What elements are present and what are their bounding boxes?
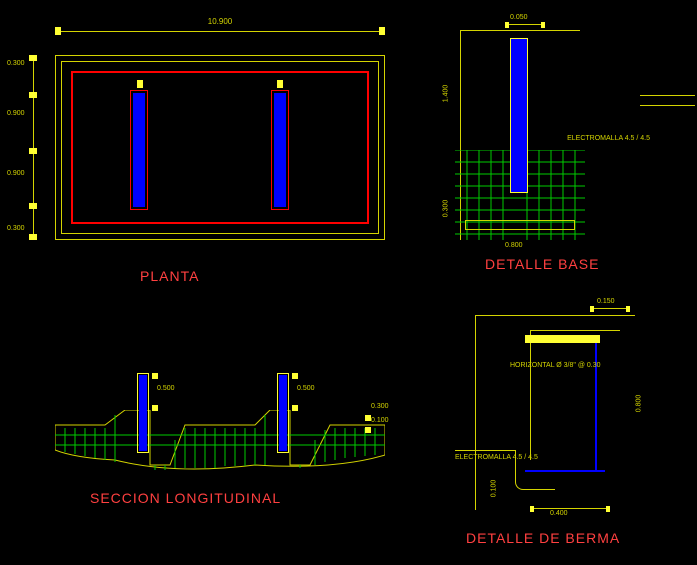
- seccion-column-right: [277, 373, 289, 453]
- label-electromalla: ELECTROMALLA 4.5 / 4.5: [455, 454, 538, 461]
- dim-berma-bottom: [530, 508, 610, 514]
- planta-boundary-inner: [71, 71, 369, 224]
- dim-value: 0.900: [7, 110, 25, 117]
- dim-value: 0.900: [7, 170, 25, 177]
- dim-value: 0.050: [510, 14, 528, 21]
- drawing-seccion: 0.500 0.500 0.100 0.300: [55, 365, 385, 480]
- dim-planta-top: 10.900: [55, 27, 385, 35]
- dim-value: 0.800: [635, 395, 642, 413]
- dim-planta-left: [29, 55, 37, 240]
- title-planta: PLANTA: [140, 268, 199, 284]
- planta-pillar-left: [130, 90, 148, 210]
- drawing-planta: 10.900 0.300 0.900 0.900 0.300: [55, 55, 385, 240]
- dim-value: 1.400: [442, 85, 449, 103]
- dim-value: 0.100: [490, 480, 497, 498]
- cad-canvas: 10.900 0.300 0.900 0.900 0.300 PLANTA: [0, 0, 697, 565]
- dim-value: 0.300: [371, 403, 389, 410]
- label-horizontal: HORIZONTAL Ø 3/8" @ 0.30: [510, 362, 601, 369]
- dim-value: 0.300: [7, 60, 25, 67]
- label-electromalla: ELECTROMALLA 4.5 / 4.5: [567, 135, 650, 142]
- title-seccion: SECCION LONGITUDINAL: [90, 490, 281, 506]
- title-detalle-berma: DETALLE DE BERMA: [466, 530, 620, 546]
- drawing-detalle-base: 0.050 ELECTROMALLA 4.5 / 4.5 1.400 0.300…: [455, 30, 640, 240]
- dim-base-top: [505, 24, 545, 30]
- rebar-vertical: [595, 340, 597, 470]
- berma-cap: [525, 335, 600, 343]
- base-column: [510, 38, 528, 193]
- leader-line: [455, 450, 515, 451]
- title-detalle-base: DETALLE BASE: [485, 256, 599, 272]
- base-footing: [465, 220, 575, 230]
- dim-value: 0.150: [597, 298, 615, 305]
- drawing-detalle-berma: 0.150 HORIZONTAL Ø 3/8" @ 0.30 ELECTROMA…: [455, 310, 655, 525]
- dim-value: 10.900: [208, 17, 232, 26]
- dim-value: 0.500: [157, 385, 175, 392]
- leader-line: [640, 105, 695, 106]
- dim-value: 0.300: [442, 200, 449, 218]
- planta-pillar-right: [271, 90, 289, 210]
- dim-value: 0.100: [371, 417, 389, 424]
- berma-outline: [530, 330, 620, 460]
- dim-value: 0.300: [7, 225, 25, 232]
- terrain: [55, 410, 385, 480]
- dim-value: 0.500: [297, 385, 315, 392]
- dim-berma-top: [590, 308, 630, 314]
- leader-line: [640, 95, 695, 96]
- dim-value: 0.800: [505, 242, 523, 249]
- seccion-column-left: [137, 373, 149, 453]
